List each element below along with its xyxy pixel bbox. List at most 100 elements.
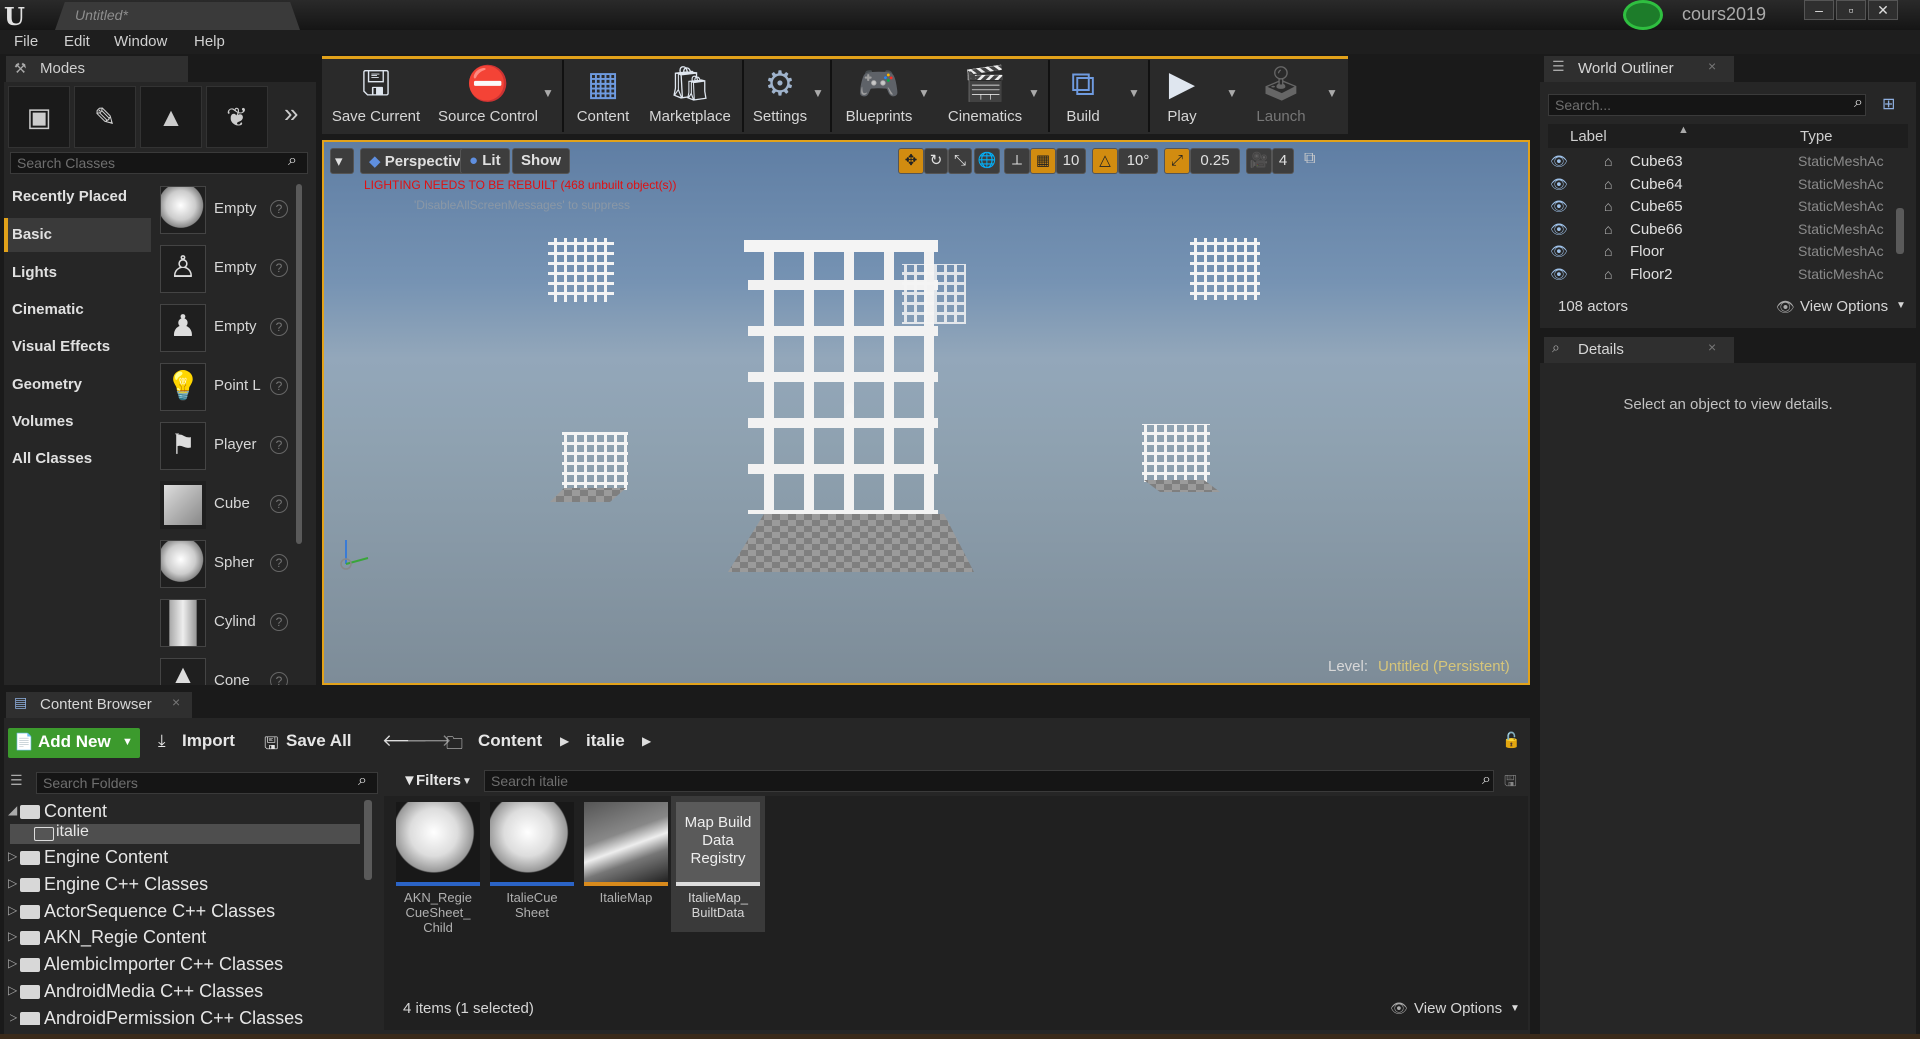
minimize-button[interactable]: – bbox=[1804, 0, 1834, 20]
visibility-eye-icon[interactable]: 👁 bbox=[1550, 176, 1568, 193]
category-cinematic[interactable]: Cinematic bbox=[4, 293, 151, 327]
level-viewport[interactable]: ▾ ◆ Perspective ● Lit Show LIGHTING NEED… bbox=[322, 140, 1530, 685]
lit-button[interactable]: ● Lit bbox=[460, 148, 510, 174]
breadcrumb-content[interactable]: Content bbox=[478, 731, 542, 751]
foliage-mode-icon[interactable]: ❦ bbox=[206, 86, 268, 148]
category-basic[interactable]: Basic bbox=[4, 218, 151, 252]
details-tab[interactable]: Details bbox=[1544, 337, 1734, 363]
category-all-classes[interactable]: All Classes bbox=[4, 442, 151, 476]
viewport-menu-button[interactable]: ▾ bbox=[330, 148, 354, 174]
search-classes-input[interactable]: Search Classes bbox=[10, 152, 308, 174]
cinematics-button[interactable]: 🎬 Cinematics bbox=[938, 58, 1032, 134]
tree-item-engine-cpp[interactable]: ▷ Engine C++ Classes bbox=[8, 873, 360, 899]
landscape-mode-icon[interactable]: ▲ bbox=[140, 86, 202, 148]
modes-scrollbar[interactable] bbox=[296, 184, 302, 544]
visibility-eye-icon[interactable]: 👁 bbox=[1550, 198, 1568, 215]
place-item-empty-actor[interactable]: Empty ? bbox=[160, 186, 292, 240]
place-item-empty-character[interactable]: ♙ Empty ? bbox=[160, 245, 292, 299]
tree-item-alembic-cpp[interactable]: ▷ AlembicImporter C++ Classes bbox=[8, 953, 360, 979]
content-button[interactable]: ▦ Content bbox=[568, 58, 638, 134]
help-icon[interactable]: ? bbox=[270, 318, 288, 336]
place-item-sphere[interactable]: Spher ? bbox=[160, 540, 292, 594]
rotate-tool-icon[interactable]: ↻ bbox=[924, 148, 948, 174]
place-mode-icon[interactable]: ▣ bbox=[8, 86, 70, 148]
cinematics-dropdown-icon[interactable]: ▼ bbox=[1028, 86, 1040, 100]
collapsed-arrow-icon[interactable]: ▷ bbox=[8, 876, 17, 890]
place-item-cube[interactable]: Cube ? bbox=[160, 481, 292, 535]
visibility-eye-icon[interactable]: 👁 bbox=[1550, 153, 1568, 170]
tree-item-actorsequence-cpp[interactable]: ▷ ActorSequence C++ Classes bbox=[8, 900, 360, 926]
outliner-row[interactable]: 👁 ⌂ Cube66 StaticMeshAc bbox=[1548, 220, 1900, 242]
tree-item-italie[interactable]: italie bbox=[10, 822, 360, 848]
expanded-arrow-icon[interactable]: ◢ bbox=[8, 803, 17, 817]
content-browser-tab[interactable]: Content Browser bbox=[6, 692, 192, 718]
place-item-empty-pawn[interactable]: ♟ Empty ? bbox=[160, 304, 292, 358]
save-search-icon[interactable]: 🖫 bbox=[1504, 771, 1517, 796]
tree-item-androidpermission-cpp[interactable]: ▷ AndroidPermission C++ Classes bbox=[10, 1007, 360, 1025]
help-icon[interactable]: ? bbox=[270, 200, 288, 218]
visibility-eye-icon[interactable]: 👁 bbox=[1550, 221, 1568, 238]
scale-snap-icon[interactable]: ⤢ bbox=[1164, 148, 1190, 174]
menu-file[interactable]: File bbox=[14, 33, 38, 50]
world-outliner-tab[interactable]: World Outliner bbox=[1544, 56, 1734, 82]
forward-arrow-icon[interactable]: 🡒 bbox=[406, 731, 452, 751]
search-folders-input[interactable]: Search Folders bbox=[36, 772, 378, 794]
visibility-eye-icon[interactable]: 👁 bbox=[1550, 266, 1568, 283]
show-button[interactable]: Show bbox=[512, 148, 570, 174]
scale-tool-icon[interactable]: ⤡ bbox=[948, 148, 972, 174]
maximize-button[interactable]: ▫ bbox=[1836, 0, 1866, 20]
camera-speed-icon[interactable]: 🎥 bbox=[1246, 148, 1272, 174]
collapsed-arrow-icon[interactable]: ▷ bbox=[10, 1010, 17, 1024]
place-item-point-light[interactable]: 💡 Point L ? bbox=[160, 363, 292, 417]
outliner-row[interactable]: 👁 ⌂ Floor2 StaticMeshAc bbox=[1548, 265, 1900, 287]
source-control-button[interactable]: ⛔ Source Control bbox=[432, 58, 544, 134]
build-button[interactable]: ⧉ Build bbox=[1054, 58, 1112, 134]
settings-dropdown-icon[interactable]: ▼ bbox=[812, 86, 824, 100]
outliner-row[interactable]: 👁 ⌂ Cube64 StaticMeshAc bbox=[1548, 175, 1900, 197]
grid-snap-icon[interactable]: ▦ bbox=[1030, 148, 1056, 174]
lock-icon[interactable]: 🔓 bbox=[1502, 731, 1521, 749]
world-space-icon[interactable]: 🌐 bbox=[974, 148, 1000, 174]
launch-dropdown-icon[interactable]: ▼ bbox=[1326, 86, 1338, 100]
grid-snap-value[interactable]: 10 bbox=[1056, 148, 1086, 174]
outliner-search-input[interactable]: Search... bbox=[1548, 94, 1866, 116]
collapsed-arrow-icon[interactable]: ▷ bbox=[8, 983, 17, 997]
close-tab-icon[interactable]: × bbox=[1708, 58, 1716, 74]
help-icon[interactable]: ? bbox=[270, 436, 288, 454]
collapsed-arrow-icon[interactable]: ▷ bbox=[8, 849, 17, 863]
play-dropdown-icon[interactable]: ▼ bbox=[1226, 86, 1238, 100]
tree-item-akn-regie-content[interactable]: ▷ AKN_Regie Content bbox=[8, 926, 360, 952]
close-button[interactable]: ✕ bbox=[1868, 0, 1898, 20]
build-dropdown-icon[interactable]: ▼ bbox=[1128, 86, 1140, 100]
tree-item-androidmedia-cpp[interactable]: ▷ AndroidMedia C++ Classes bbox=[8, 980, 360, 1006]
help-icon[interactable]: ? bbox=[270, 554, 288, 572]
category-volumes[interactable]: Volumes bbox=[4, 405, 151, 439]
blueprints-dropdown-icon[interactable]: ▼ bbox=[918, 86, 930, 100]
close-tab-icon[interactable]: × bbox=[1708, 339, 1716, 355]
asset-tile[interactable]: ItalieCue Sheet bbox=[488, 800, 576, 940]
modes-more-icon[interactable]: » bbox=[284, 98, 298, 129]
visibility-eye-icon[interactable]: 👁 bbox=[1550, 243, 1568, 260]
source-control-dropdown-icon[interactable]: ▼ bbox=[542, 86, 554, 100]
outliner-row[interactable]: 👁 ⌂ Cube65 StaticMeshAc bbox=[1548, 197, 1900, 219]
surface-snap-icon[interactable]: ⟂ bbox=[1004, 148, 1030, 174]
modes-tab[interactable]: Modes bbox=[6, 56, 188, 82]
paint-mode-icon[interactable]: ✎ bbox=[74, 86, 136, 148]
outliner-view-options[interactable]: View Options bbox=[1800, 298, 1888, 315]
asset-view-options[interactable]: View Options bbox=[1414, 1000, 1502, 1017]
camera-speed-value[interactable]: 4 bbox=[1272, 148, 1294, 174]
save-current-button[interactable]: 🖫 Save Current bbox=[328, 58, 424, 134]
asset-tile[interactable]: ItalieMap bbox=[582, 800, 670, 940]
document-tab[interactable]: Untitled* bbox=[55, 2, 300, 30]
category-recently-placed[interactable]: Recently Placed bbox=[4, 180, 151, 214]
translate-tool-icon[interactable]: ✥ bbox=[898, 148, 924, 174]
blueprints-button[interactable]: 🎮 Blueprints bbox=[836, 58, 922, 134]
collapsed-arrow-icon[interactable]: ▷ bbox=[8, 956, 17, 970]
outliner-scrollbar[interactable] bbox=[1896, 208, 1904, 254]
filters-button[interactable]: Filters bbox=[416, 772, 461, 789]
maximize-viewport-icon[interactable]: ⧉ bbox=[1304, 150, 1315, 168]
tree-scrollbar[interactable] bbox=[364, 800, 372, 880]
save-all-button[interactable]: Save All bbox=[286, 731, 352, 751]
place-item-player-start[interactable]: ⚑ Player ? bbox=[160, 422, 292, 476]
help-icon[interactable]: ? bbox=[270, 495, 288, 513]
